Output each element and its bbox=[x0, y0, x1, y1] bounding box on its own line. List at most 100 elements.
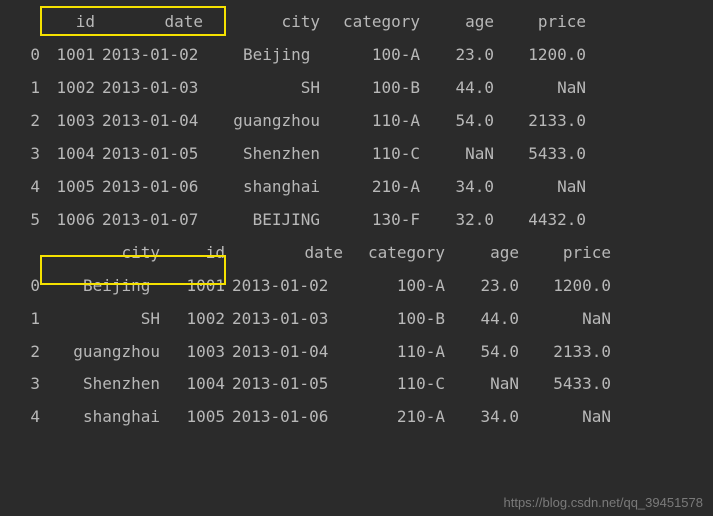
cell-date: 2013-01-03 bbox=[225, 303, 345, 336]
cell-city: SH bbox=[205, 72, 320, 105]
cell-city: guangzhou bbox=[40, 336, 160, 369]
table-row: 5 1006 2013-01-07 BEIJING 130-F 32.0 443… bbox=[12, 204, 701, 237]
cell-price: 5433.0 bbox=[494, 138, 586, 171]
dataframe-table-2: city id date category age price 0 Beijin… bbox=[12, 237, 701, 435]
cell-age: 54.0 bbox=[420, 105, 494, 138]
row-index: 4 bbox=[12, 171, 40, 204]
cell-price: 2133.0 bbox=[494, 105, 586, 138]
cell-date: 2013-01-04 bbox=[95, 105, 205, 138]
cell-age: 32.0 bbox=[420, 204, 494, 237]
table-row: 4 shanghai 1005 2013-01-06 210-A 34.0 Na… bbox=[12, 401, 701, 434]
cell-price: 5433.0 bbox=[519, 368, 611, 401]
cell-date: 2013-01-05 bbox=[95, 138, 205, 171]
table-row: 0 Beijing 1001 2013-01-02 100-A 23.0 120… bbox=[12, 270, 701, 303]
col-header-city: city bbox=[205, 6, 320, 39]
cell-category: 100-B bbox=[345, 303, 445, 336]
table-row: 3 Shenzhen 1004 2013-01-05 110-C NaN 543… bbox=[12, 368, 701, 401]
cell-city: Shenzhen bbox=[205, 138, 320, 171]
cell-price: NaN bbox=[494, 72, 586, 105]
cell-id: 1004 bbox=[160, 368, 225, 401]
cell-category: 110-A bbox=[345, 336, 445, 369]
table-row: 2 guangzhou 1003 2013-01-04 110-A 54.0 2… bbox=[12, 336, 701, 369]
cell-id: 1001 bbox=[160, 270, 225, 303]
cell-age: 34.0 bbox=[445, 401, 519, 434]
table-row: 1 1002 2013-01-03 SH 100-B 44.0 NaN bbox=[12, 72, 701, 105]
cell-category: 130-F bbox=[320, 204, 420, 237]
table-row: 4 1005 2013-01-06 shanghai 210-A 34.0 Na… bbox=[12, 171, 701, 204]
row-index: 1 bbox=[12, 303, 40, 336]
table-row: 3 1004 2013-01-05 Shenzhen 110-C NaN 543… bbox=[12, 138, 701, 171]
cell-date: 2013-01-02 bbox=[95, 39, 205, 72]
col-header-category: category bbox=[345, 237, 445, 270]
cell-category: 210-A bbox=[345, 401, 445, 434]
cell-city: Beijing bbox=[40, 270, 160, 303]
col-header-price: price bbox=[494, 6, 586, 39]
index-header bbox=[12, 6, 40, 39]
cell-id: 1002 bbox=[40, 72, 95, 105]
cell-age: 34.0 bbox=[420, 171, 494, 204]
cell-date: 2013-01-02 bbox=[225, 270, 345, 303]
cell-age: 44.0 bbox=[420, 72, 494, 105]
cell-category: 110-A bbox=[320, 105, 420, 138]
cell-date: 2013-01-05 bbox=[225, 368, 345, 401]
cell-category: 110-C bbox=[345, 368, 445, 401]
cell-date: 2013-01-07 bbox=[95, 204, 205, 237]
index-header bbox=[12, 237, 40, 270]
cell-price: NaN bbox=[519, 401, 611, 434]
row-index: 2 bbox=[12, 105, 40, 138]
row-index: 0 bbox=[12, 270, 40, 303]
cell-price: 1200.0 bbox=[519, 270, 611, 303]
row-index: 0 bbox=[12, 39, 40, 72]
cell-price: 2133.0 bbox=[519, 336, 611, 369]
col-header-city: city bbox=[40, 237, 160, 270]
cell-category: 100-B bbox=[320, 72, 420, 105]
col-header-age: age bbox=[420, 6, 494, 39]
cell-id: 1005 bbox=[40, 171, 95, 204]
cell-price: NaN bbox=[494, 171, 586, 204]
row-index: 1 bbox=[12, 72, 40, 105]
table-header-row: city id date category age price bbox=[12, 237, 701, 270]
col-header-price: price bbox=[519, 237, 611, 270]
cell-id: 1004 bbox=[40, 138, 95, 171]
row-index: 5 bbox=[12, 204, 40, 237]
row-index: 4 bbox=[12, 401, 40, 434]
cell-age: 23.0 bbox=[420, 39, 494, 72]
col-header-id: id bbox=[40, 6, 95, 39]
cell-id: 1001 bbox=[40, 39, 95, 72]
watermark-text: https://blog.csdn.net/qq_39451578 bbox=[504, 495, 704, 510]
row-index: 3 bbox=[12, 368, 40, 401]
cell-category: 110-C bbox=[320, 138, 420, 171]
cell-age: 54.0 bbox=[445, 336, 519, 369]
table-row: 2 1003 2013-01-04 guangzhou 110-A 54.0 2… bbox=[12, 105, 701, 138]
cell-city: Shenzhen bbox=[40, 368, 160, 401]
cell-id: 1003 bbox=[160, 336, 225, 369]
col-header-id: id bbox=[160, 237, 225, 270]
dataframe-table-1: id date city category age price 0 1001 2… bbox=[12, 6, 701, 237]
cell-city: SH bbox=[40, 303, 160, 336]
col-header-age: age bbox=[445, 237, 519, 270]
cell-age: 23.0 bbox=[445, 270, 519, 303]
col-header-category: category bbox=[320, 6, 420, 39]
cell-price: 4432.0 bbox=[494, 204, 586, 237]
cell-price: 1200.0 bbox=[494, 39, 586, 72]
cell-age: NaN bbox=[445, 368, 519, 401]
cell-category: 100-A bbox=[320, 39, 420, 72]
cell-id: 1006 bbox=[40, 204, 95, 237]
cell-city: shanghai bbox=[205, 171, 320, 204]
cell-age: NaN bbox=[420, 138, 494, 171]
col-header-date: date bbox=[95, 6, 205, 39]
cell-id: 1005 bbox=[160, 401, 225, 434]
table-row: 1 SH 1002 2013-01-03 100-B 44.0 NaN bbox=[12, 303, 701, 336]
cell-city: shanghai bbox=[40, 401, 160, 434]
cell-price: NaN bbox=[519, 303, 611, 336]
cell-date: 2013-01-06 bbox=[225, 401, 345, 434]
cell-date: 2013-01-06 bbox=[95, 171, 205, 204]
table-header-row: id date city category age price bbox=[12, 6, 701, 39]
cell-date: 2013-01-03 bbox=[95, 72, 205, 105]
row-index: 3 bbox=[12, 138, 40, 171]
cell-id: 1003 bbox=[40, 105, 95, 138]
col-header-date: date bbox=[225, 237, 345, 270]
cell-category: 100-A bbox=[345, 270, 445, 303]
cell-age: 44.0 bbox=[445, 303, 519, 336]
cell-city: guangzhou bbox=[205, 105, 320, 138]
